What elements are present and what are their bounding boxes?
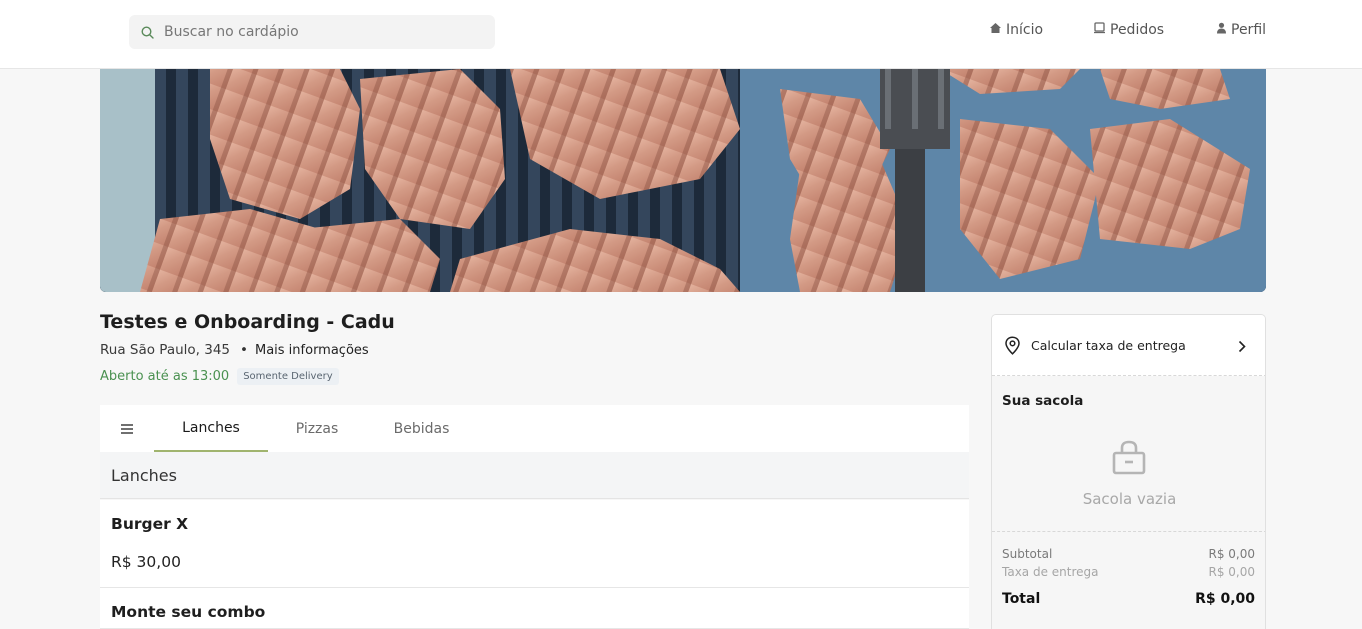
nav-perfil[interactable]: Perfil	[1216, 22, 1266, 38]
search-input[interactable]	[164, 24, 464, 40]
total-label: Total	[1002, 591, 1041, 607]
nav-inicio-label: Início	[1006, 22, 1044, 38]
more-info-link[interactable]: Mais informações	[255, 343, 369, 358]
menu-item[interactable]: Burger X R$ 30,00	[100, 500, 969, 588]
menu-item[interactable]: Monte seu combo	[100, 588, 969, 629]
top-header: Início Pedidos Perfil	[0, 0, 1362, 69]
subtotal-label: Subtotal	[1002, 547, 1053, 561]
receipt-icon	[1093, 22, 1110, 38]
chevron-right-icon	[1238, 338, 1246, 357]
tab-bebidas[interactable]: Bebidas	[379, 405, 464, 452]
store-status-line: Aberto até as 13:00 Somente Delivery	[100, 368, 339, 385]
search-bar[interactable]	[129, 15, 495, 49]
delivery-only-badge: Somente Delivery	[237, 368, 339, 385]
nav-inicio[interactable]: Início	[989, 22, 1043, 38]
location-pin-icon	[1004, 336, 1021, 359]
total-row: Total R$ 0,00	[1002, 591, 1255, 607]
tab-lanches[interactable]: Lanches	[154, 405, 268, 452]
delivery-fee-label: Calcular taxa de entrega	[1031, 338, 1186, 353]
store-banner-image	[100, 69, 1266, 292]
store-open-status: Aberto até as 13:00	[100, 369, 230, 384]
subtotal-row: Subtotal R$ 0,00	[1002, 547, 1255, 561]
store-name: Testes e Onboarding - Cadu	[100, 311, 395, 333]
subtotal-value: R$ 0,00	[1208, 547, 1255, 561]
nav-pedidos[interactable]: Pedidos	[1093, 22, 1164, 38]
cart-totals: Subtotal R$ 0,00 Taxa de entrega R$ 0,00…	[992, 531, 1265, 629]
menu-item-name: Burger X	[111, 515, 189, 533]
separator-dot: •	[240, 342, 248, 358]
calculate-delivery-fee-button[interactable]: Calcular taxa de entrega	[992, 315, 1265, 376]
tab-pizzas[interactable]: Pizzas	[282, 405, 352, 452]
total-value: R$ 0,00	[1195, 591, 1255, 607]
cart-panel: Calcular taxa de entrega Sua sacola Saco…	[991, 314, 1266, 629]
delivery-fee-value: R$ 0,00	[1208, 565, 1255, 579]
store-address-line: Rua São Paulo, 345 • Mais informações	[100, 342, 369, 358]
bag-title: Sua sacola	[1002, 393, 1084, 409]
menu-item-name: Monte seu combo	[111, 603, 266, 621]
home-icon	[989, 22, 1006, 38]
empty-bag-text: Sacola vazia	[1082, 490, 1177, 508]
menu-item-price: R$ 30,00	[111, 553, 181, 571]
delivery-fee-row-label: Taxa de entrega	[1002, 565, 1099, 579]
user-icon	[1216, 22, 1231, 38]
nav-pedidos-label: Pedidos	[1110, 22, 1165, 38]
nav-perfil-label: Perfil	[1231, 22, 1267, 38]
category-tabs: Lanches Pizzas Bebidas	[100, 405, 969, 452]
shopping-bag-icon	[1111, 439, 1147, 479]
search-icon	[140, 25, 154, 39]
section-title: Lanches	[100, 452, 969, 499]
hamburger-menu-icon[interactable]	[120, 421, 134, 435]
delivery-fee-row: Taxa de entrega R$ 0,00	[1002, 565, 1255, 579]
store-address: Rua São Paulo, 345	[100, 342, 231, 358]
